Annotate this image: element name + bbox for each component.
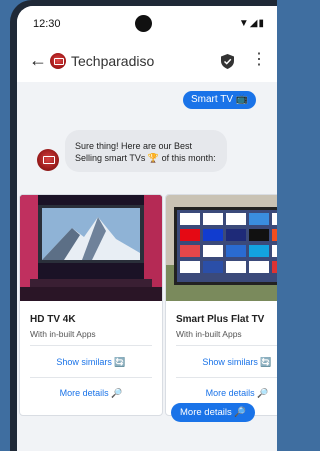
divider: [176, 345, 277, 346]
shield-check-icon[interactable]: [221, 54, 234, 69]
product-carousel[interactable]: HD TV 4K With in-built Apps Show similar…: [17, 194, 277, 419]
product-card[interactable]: Smart Plus Flat TV With in-built Apps Sh…: [165, 194, 277, 416]
product-image-smart-tv: [166, 195, 277, 301]
app-screen: 12:30 ▼◢▮ ← Techparadiso ⋮ Smart TV 📺 Su…: [17, 6, 277, 451]
status-bar: 12:30 ▼◢▮: [17, 6, 277, 40]
product-title: HD TV 4K: [30, 314, 76, 325]
app-bar: ← Techparadiso ⋮: [17, 40, 277, 82]
status-icons: ▼◢▮: [238, 18, 265, 29]
product-card[interactable]: HD TV 4K With in-built Apps Show similar…: [19, 194, 163, 416]
more-details-button[interactable]: More details 🔎: [166, 388, 277, 399]
brand-logo: [50, 53, 66, 69]
product-title: Smart Plus Flat TV: [176, 314, 265, 325]
product-subtitle: With in-built Apps: [30, 329, 96, 339]
show-similars-button[interactable]: Show similars 🔄: [166, 357, 277, 368]
divider: [30, 345, 152, 346]
app-title: Techparadiso: [71, 53, 155, 69]
show-similars-button[interactable]: Show similars 🔄: [20, 357, 162, 368]
product-subtitle: With in-built Apps: [176, 329, 242, 339]
status-time: 12:30: [33, 18, 61, 30]
bot-avatar: [37, 149, 59, 171]
more-vert-icon[interactable]: ⋮: [251, 52, 267, 68]
product-image-hd-tv: [20, 195, 162, 301]
divider: [176, 377, 277, 378]
camera-cutout: [135, 15, 152, 32]
more-details-chip[interactable]: More details 🔎: [171, 403, 256, 422]
divider: [30, 377, 152, 378]
back-arrow-icon[interactable]: ←: [29, 51, 47, 69]
more-details-button[interactable]: More details 🔎: [20, 388, 162, 399]
bot-message-bubble: Sure thing! Here are our Best Selling sm…: [65, 130, 227, 172]
user-message-bubble: Smart TV 📺: [183, 91, 257, 109]
